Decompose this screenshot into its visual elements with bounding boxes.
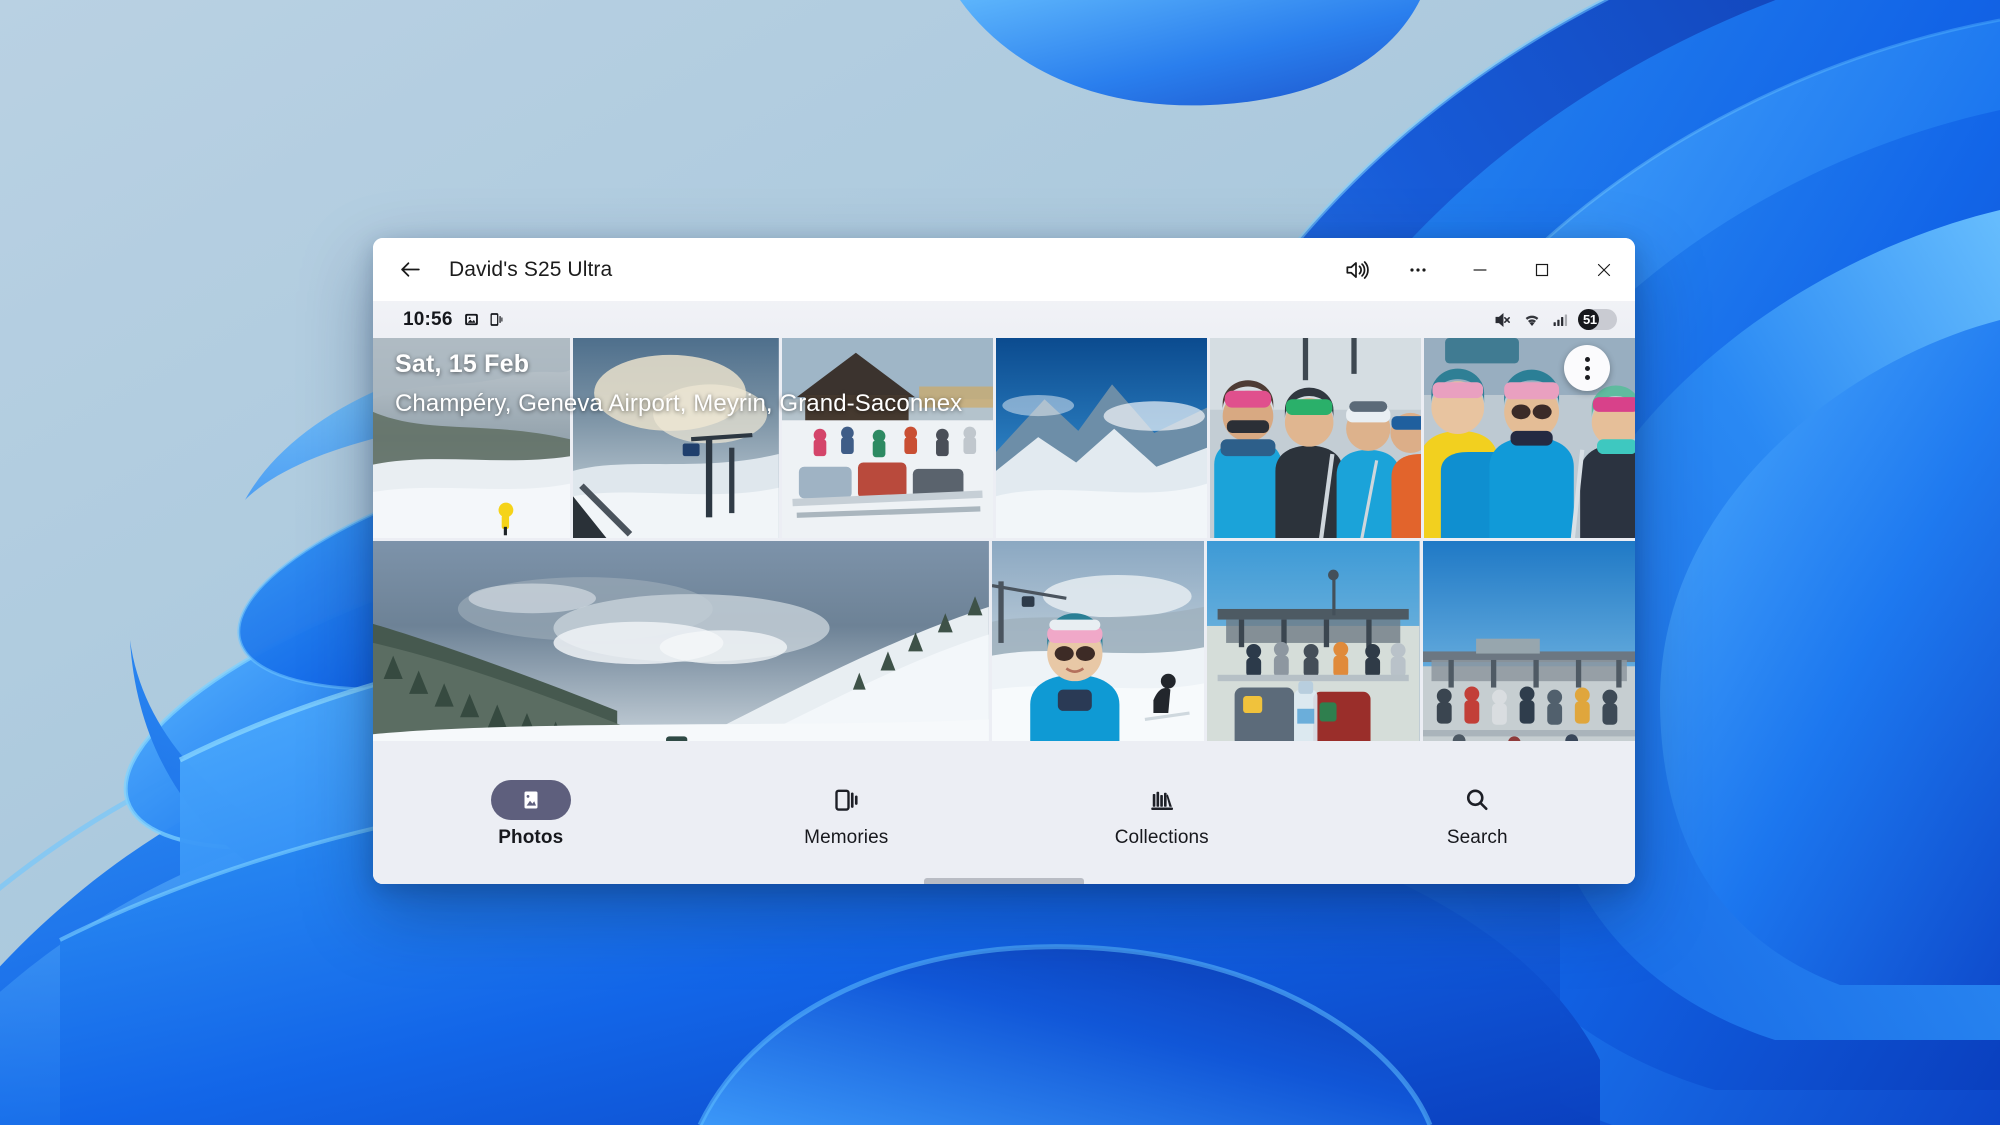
photo-ski-slope-yellow-jacket[interactable]: [373, 338, 571, 538]
mute-icon: [1495, 312, 1510, 327]
home-handle[interactable]: [924, 878, 1084, 884]
battery-percent: 51: [1583, 312, 1597, 327]
nav-active-pill: [490, 780, 571, 820]
photo-grid[interactable]: Sat, 15 Feb Champéry, Geneva Airport, Me…: [373, 338, 1635, 772]
more-vertical-icon-dot: [1584, 374, 1590, 380]
photo-grid-row: [373, 338, 1635, 538]
photo-mountain-restaurant-crowd[interactable]: [782, 338, 993, 538]
photo-thumbnail: [373, 541, 989, 741]
back-button[interactable]: [387, 247, 433, 293]
phone-bottom-navigation[interactable]: Photos Memories Collections Search: [373, 772, 1635, 884]
photo-thumbnail: [782, 338, 993, 538]
collections-books-icon: [1151, 791, 1173, 810]
status-time: 10:56: [403, 308, 453, 330]
phone-link-icon: [490, 313, 503, 326]
speaker-icon: [1346, 260, 1369, 279]
photo-snowy-peak-blue-sky[interactable]: [996, 338, 1207, 538]
screenshot-icon: [464, 313, 478, 326]
photo-thumbnail: [573, 338, 779, 538]
maximize-icon: [1535, 263, 1549, 276]
close-icon: [1597, 263, 1611, 276]
phone-screen-mirror[interactable]: 10:56 51 Sat, 15 Feb Champéry, Geneva Ai…: [373, 301, 1635, 884]
photo-icon: [524, 791, 538, 809]
nav-item-collections[interactable]: Collections: [1004, 782, 1320, 849]
nav-icon-wrap: [1147, 782, 1177, 818]
status-right-icons: 51: [1493, 309, 1617, 330]
close-button[interactable]: [1573, 238, 1635, 301]
window-titlebar[interactable]: David's S25 Ultra: [373, 238, 1635, 301]
battery-fill: [1578, 309, 1599, 330]
battery-indicator: 51: [1578, 309, 1617, 330]
photo-skier-selfie-goggles[interactable]: [991, 541, 1205, 741]
minimize-button[interactable]: [1449, 238, 1511, 301]
volume-button[interactable]: [1325, 238, 1387, 301]
more-vertical-icon-dot: [1584, 356, 1590, 362]
nav-icon-wrap: [1462, 782, 1492, 818]
gallery-overflow-button[interactable]: [1564, 345, 1610, 391]
memories-card-icon: [835, 789, 858, 811]
ellipsis-icon: [1410, 267, 1426, 272]
photo-thumbnail: [996, 338, 1207, 538]
photo-chairlift-group-selfie[interactable]: [1210, 338, 1421, 538]
search-icon: [1467, 789, 1488, 811]
back-arrow-icon: [400, 262, 420, 277]
nav-item-search[interactable]: Search: [1320, 782, 1636, 849]
window-title: David's S25 Ultra: [449, 257, 613, 281]
nav-item-memories[interactable]: Memories: [689, 782, 1005, 849]
nav-item-photos[interactable]: Photos: [373, 780, 689, 849]
phone-link-window[interactable]: David's S25 Ultra 10:56 51 Sat, 15 Feb C…: [373, 238, 1635, 884]
nav-label-collections: Collections: [1114, 827, 1209, 848]
minimize-icon: [1473, 268, 1487, 271]
photo-thumbnail: [373, 338, 571, 538]
wifi-icon: [1525, 315, 1539, 326]
photo-thumbnail: [1207, 541, 1420, 741]
photo-thumbnail: [1422, 541, 1635, 741]
photo-thumbnail: [991, 541, 1205, 741]
nav-label-search: Search: [1446, 827, 1508, 848]
cellular-signal-icon: [1553, 313, 1568, 326]
photo-chairlift-pylon-clouds[interactable]: [573, 338, 779, 538]
photo-grid-row: [373, 541, 1635, 741]
nav-icon-wrap: [831, 782, 861, 818]
photo-thumbnail: [1210, 338, 1421, 538]
photo-mountain-terrace-bottle[interactable]: [1207, 541, 1420, 741]
nav-icon-wrap: [490, 780, 571, 820]
photo-valley-panorama-clouds[interactable]: [373, 541, 989, 741]
more-vertical-icon-dot: [1584, 365, 1590, 371]
phone-status-bar: 10:56 51: [373, 301, 1635, 338]
more-options-button[interactable]: [1387, 238, 1449, 301]
window-controls[interactable]: [1325, 238, 1635, 301]
maximize-button[interactable]: [1511, 238, 1573, 301]
photo-sunny-terrace-crowd[interactable]: [1422, 541, 1635, 741]
nav-label-photos: Photos: [498, 827, 564, 848]
status-left-icons: [463, 311, 504, 328]
nav-label-memories: Memories: [804, 827, 889, 848]
